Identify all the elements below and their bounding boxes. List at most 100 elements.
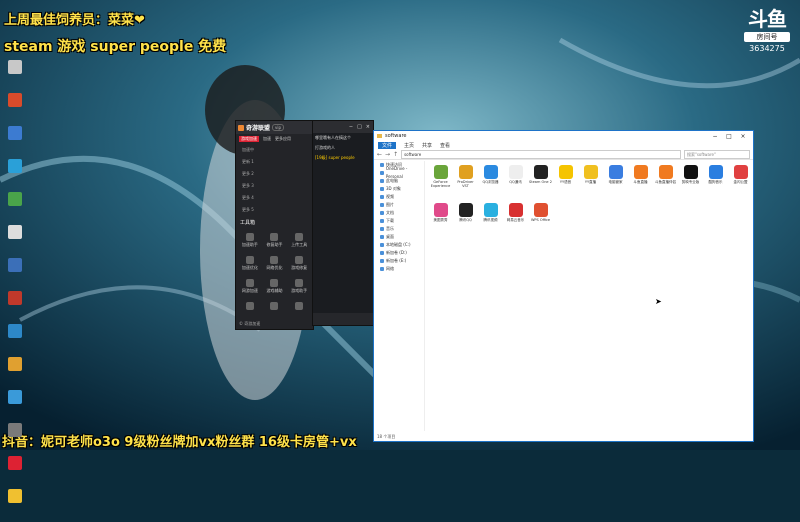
address-bar[interactable]: software xyxy=(401,149,681,159)
ribbon-tab-view[interactable]: 查看 xyxy=(440,142,450,149)
back-icon[interactable]: ← xyxy=(377,151,382,158)
app-nav-tab-1[interactable]: 加速 xyxy=(263,136,271,142)
file-item[interactable]: 斗鱼直播 xyxy=(629,165,652,199)
file-label: 美图秀秀 xyxy=(433,218,448,222)
nav-pane-item[interactable]: 新加卷 (D:) xyxy=(374,249,424,257)
app-tool[interactable] xyxy=(264,300,286,320)
shortcut-icon xyxy=(8,489,22,503)
desktop-shortcut[interactable] xyxy=(2,324,28,354)
file-item[interactable]: YY语音 xyxy=(554,165,577,199)
app-nav-tab-2[interactable]: 更多应用 xyxy=(275,136,291,142)
app-tool[interactable]: 修复助手 xyxy=(264,231,286,251)
nav-pane-item[interactable]: 下载 xyxy=(374,217,424,225)
shortcut-label xyxy=(2,503,28,513)
close-button[interactable]: × xyxy=(736,133,750,140)
forward-icon[interactable]: → xyxy=(385,151,390,158)
desktop-shortcut[interactable] xyxy=(2,192,28,222)
file-item[interactable]: 腾讯QQ xyxy=(454,203,477,237)
app-tool[interactable]: 加速助手 xyxy=(239,231,261,251)
minimize-icon[interactable]: − xyxy=(349,124,353,130)
desktop-icon-column xyxy=(2,60,28,522)
file-item[interactable]: YY直播 xyxy=(579,165,602,199)
tool-icon xyxy=(270,279,279,287)
file-item[interactable]: 电脑管家 xyxy=(604,165,627,199)
file-item[interactable]: Steam One 2 xyxy=(529,165,552,199)
app-list-item[interactable]: 加速中 xyxy=(236,144,313,156)
nav-item-icon xyxy=(380,195,384,199)
file-item[interactable]: QQ浏览器 xyxy=(479,165,502,199)
desktop-shortcut[interactable] xyxy=(2,390,28,420)
file-item[interactable]: WPS Office xyxy=(529,203,552,237)
app-list-item[interactable]: 更多 4 xyxy=(236,192,313,204)
desktop-shortcut[interactable] xyxy=(2,291,28,321)
app-list-item[interactable]: 更新 1 xyxy=(236,156,313,168)
maximize-button[interactable]: □ xyxy=(722,133,736,140)
app-shortcut-icon xyxy=(458,203,473,217)
file-item[interactable]: ProDriver VST xyxy=(454,165,477,199)
nav-item-label: 3D 对象 xyxy=(386,186,401,191)
app-shortcut-icon xyxy=(733,165,748,179)
nav-item-label: 此电脑 xyxy=(386,178,398,183)
nav-pane-item[interactable]: 桌面 xyxy=(374,233,424,241)
nav-pane-item[interactable]: 视频 xyxy=(374,193,424,201)
file-item[interactable]: 金闪公盟 xyxy=(729,165,752,199)
app-tool[interactable]: 加速优化 xyxy=(239,254,261,274)
nav-pane-item[interactable]: 本地磁盘 (C:) xyxy=(374,241,424,249)
nav-pane-item[interactable]: 新加卷 (E:) xyxy=(374,257,424,265)
search-input[interactable]: 搜索"software" xyxy=(684,149,750,159)
nav-pane-item[interactable]: OneDrive - Personal xyxy=(374,166,424,179)
app-list-item[interactable]: 更多 2 xyxy=(236,168,313,180)
file-item[interactable]: QQ通讯 xyxy=(504,165,527,199)
minimize-button[interactable]: − xyxy=(708,133,722,140)
desktop-shortcut[interactable] xyxy=(2,93,28,123)
ribbon-tab-file[interactable]: 文件 xyxy=(378,141,397,149)
maximize-icon[interactable]: □ xyxy=(357,124,362,130)
nav-pane-item[interactable]: 音乐 xyxy=(374,225,424,233)
nav-pane-item[interactable]: 3D 对象 xyxy=(374,185,424,193)
desktop-shortcut[interactable] xyxy=(2,258,28,288)
nav-item-icon xyxy=(380,243,384,247)
ribbon-tab-home[interactable]: 主页 xyxy=(404,142,414,149)
app-tool[interactable]: 游戏助手 xyxy=(288,277,310,297)
file-item[interactable]: 美图秀秀 xyxy=(429,203,452,237)
shortcut-label xyxy=(2,140,28,150)
app-tool[interactable] xyxy=(239,300,261,320)
tool-icon xyxy=(295,256,304,264)
file-item[interactable]: 斗鱼直播伴侣 xyxy=(654,165,677,199)
nav-pane-item[interactable]: 图片 xyxy=(374,201,424,209)
file-item[interactable]: 腾讯视频 xyxy=(479,203,502,237)
nav-pane-item[interactable]: 网络 xyxy=(374,265,424,273)
ribbon-tab-share[interactable]: 共享 xyxy=(422,142,432,149)
nav-pane-item[interactable]: 文档 xyxy=(374,209,424,217)
desktop-shortcut[interactable] xyxy=(2,126,28,156)
app-tool[interactable]: 上传工具 xyxy=(288,231,310,251)
app-list-item[interactable]: 更多 5 xyxy=(236,204,313,216)
app-tool[interactable]: 游戏辅助 xyxy=(264,277,286,297)
app-tool[interactable]: 游戏修复 xyxy=(288,254,310,274)
app-shortcut-icon xyxy=(558,165,573,179)
file-item[interactable]: 酷狗音乐 xyxy=(704,165,727,199)
tool-label: 修复助手 xyxy=(266,242,283,247)
nav-item-icon xyxy=(380,187,384,191)
app-tool[interactable] xyxy=(288,300,310,320)
file-item[interactable]: 剪映专业版 xyxy=(679,165,702,199)
app-shortcut-icon xyxy=(608,165,623,179)
desktop-shortcut[interactable] xyxy=(2,456,28,486)
desktop-shortcut[interactable] xyxy=(2,159,28,189)
up-icon[interactable]: ↑ xyxy=(393,151,398,158)
app-list-item[interactable]: 更多 3 xyxy=(236,180,313,192)
desktop-shortcut[interactable] xyxy=(2,357,28,387)
desktop-shortcut[interactable] xyxy=(2,60,28,90)
desktop-shortcut[interactable] xyxy=(2,225,28,255)
tool-label: 网游加速 xyxy=(241,288,258,293)
desktop-shortcut[interactable] xyxy=(2,489,28,519)
app-tool[interactable]: 网络优化 xyxy=(264,254,286,274)
close-icon[interactable]: × xyxy=(366,124,370,130)
file-item[interactable]: 网易云音乐 xyxy=(504,203,527,237)
app-nav-tab-0[interactable]: 游戏加速 xyxy=(239,136,259,142)
app-toolbox-heading: 工具箱 xyxy=(240,220,256,226)
desktop-shortcut[interactable] xyxy=(2,423,28,453)
app-shortcut-icon xyxy=(708,165,723,179)
file-item[interactable]: GeForce Experience xyxy=(429,165,452,199)
app-tool[interactable]: 网游加速 xyxy=(239,277,261,297)
